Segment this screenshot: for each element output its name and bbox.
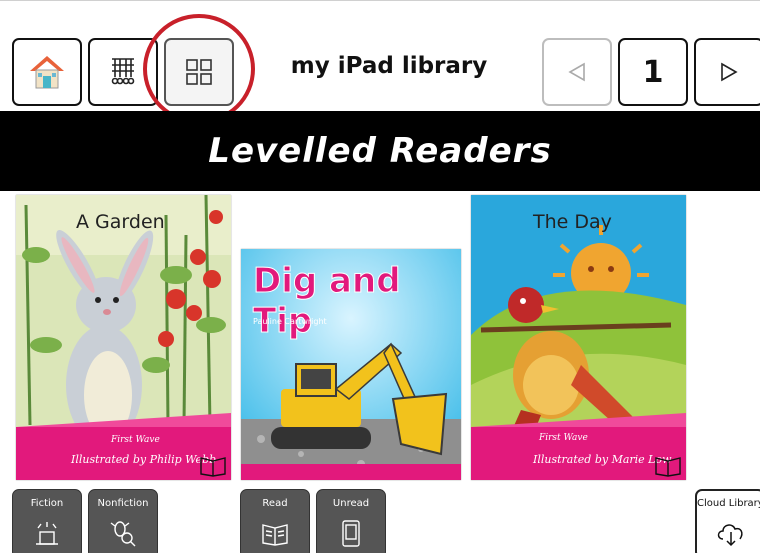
filter-label: Read <box>262 498 288 509</box>
cover-series: First Wave <box>539 433 588 443</box>
book-cover-the-day[interactable]: The Day First Wave Illustrated by Marie … <box>471 195 686 480</box>
fiction-filter-button[interactable]: Fiction <box>12 489 82 553</box>
grid-icon <box>186 59 212 85</box>
cloud-library-label: Cloud Library <box>697 498 760 509</box>
open-book-icon <box>200 457 226 477</box>
open-book-icon <box>262 524 288 546</box>
read-filter-button[interactable]: Read <box>240 489 310 553</box>
list-view-button[interactable] <box>88 38 158 106</box>
nonfiction-filter-button[interactable]: Nonfiction <box>88 489 158 553</box>
library-title: my iPad library <box>290 53 488 79</box>
book-cover-dig-and-tip[interactable]: Dig and Tip Pauline Cartwright <box>241 249 461 480</box>
page-number: 1 <box>642 54 664 90</box>
triangle-right-icon <box>721 62 738 82</box>
category-banner: Levelled Readers <box>0 111 760 191</box>
open-book-icon <box>655 457 681 477</box>
toolbar: my iPad library 1 <box>0 0 760 124</box>
hierarchy-icon <box>111 58 135 85</box>
home-button[interactable] <box>12 38 82 106</box>
tablet-icon <box>342 520 360 547</box>
cloud-library-button[interactable]: Cloud Library <box>695 489 760 553</box>
bug-magnifier-icon <box>110 521 136 547</box>
filter-label: Unread <box>332 498 370 509</box>
triangle-left-icon <box>568 62 585 82</box>
next-page-button[interactable] <box>694 38 760 106</box>
grid-view-button[interactable] <box>164 38 234 106</box>
previous-page-button[interactable] <box>542 38 612 106</box>
filter-label: Fiction <box>30 498 64 509</box>
page-number-box: 1 <box>618 38 688 106</box>
cover-title: Dig and Tip <box>253 261 402 342</box>
house-icon <box>30 56 64 89</box>
cover-illustrator: Illustrated by Philip Webb <box>71 453 217 466</box>
book-cover-a-garden[interactable]: A Garden First Wave Illustrated by Phili… <box>16 195 231 480</box>
filter-label: Nonfiction <box>97 498 149 509</box>
magic-hat-icon <box>36 522 58 545</box>
cover-title: A Garden <box>76 211 165 233</box>
cover-author: Pauline Cartwright <box>253 317 327 326</box>
cover-illustrator: Illustrated by Marie Low <box>533 453 672 466</box>
cloud-download-icon <box>717 524 743 547</box>
category-title: Levelled Readers <box>208 131 552 171</box>
cover-series: First Wave <box>111 435 160 445</box>
unread-filter-button[interactable]: Unread <box>316 489 386 553</box>
cover-title: The Day <box>533 211 612 233</box>
